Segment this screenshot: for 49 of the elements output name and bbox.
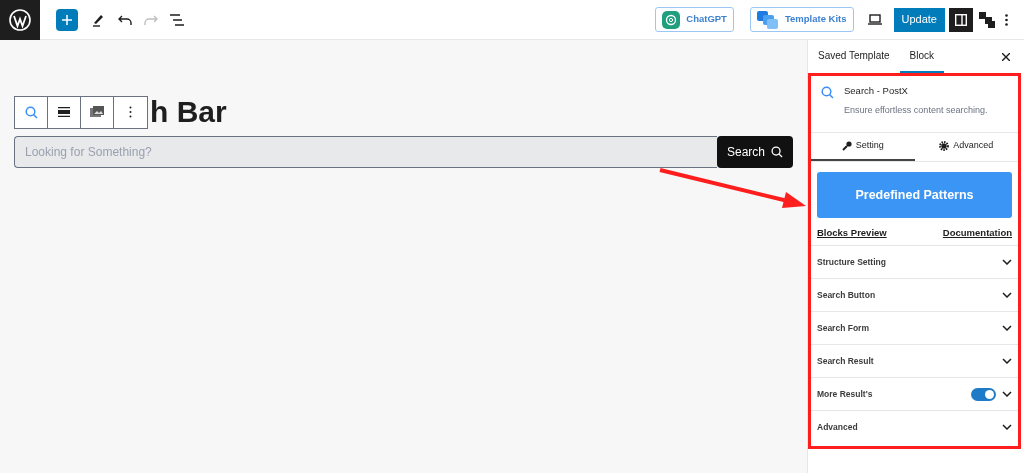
toggle-switch[interactable] (971, 387, 996, 401)
chevron-down-icon (1002, 391, 1012, 397)
undo-icon[interactable] (118, 14, 132, 25)
search-button[interactable]: Search (716, 136, 793, 168)
accordion-row[interactable]: More Result's (811, 377, 1018, 410)
accordion-row[interactable]: Search Button (811, 278, 1018, 311)
align-icon (58, 107, 70, 117)
gear-icon (939, 141, 950, 151)
update-button[interactable]: Update (893, 7, 945, 32)
block-title: Search - PostX (844, 84, 909, 98)
wordpress-icon (9, 8, 31, 31)
accordion-row[interactable]: Advanced (811, 410, 1018, 443)
chevron-down-icon (1002, 259, 1012, 265)
search-icon (771, 146, 783, 158)
search-icon (821, 86, 834, 99)
close-icon[interactable] (1002, 52, 1010, 61)
wrench-icon (841, 141, 852, 151)
image-icon (90, 106, 104, 118)
chat-logo-icon (662, 10, 681, 29)
search-icon (24, 105, 38, 119)
pen-icon[interactable] (92, 12, 104, 27)
stacked-squares-icon (756, 10, 779, 29)
template-kits-button[interactable]: Template Kits (749, 7, 854, 32)
panel-icon (955, 13, 967, 26)
plus-icon (62, 14, 72, 25)
accordion-row[interactable]: Search Form (811, 311, 1018, 344)
blocks-icon[interactable] (979, 11, 995, 28)
sidebar-tab[interactable]: Saved Template (818, 40, 900, 73)
chevron-down-icon (1002, 325, 1012, 331)
settings-tab[interactable]: Setting (811, 133, 915, 161)
chevron-down-icon (1002, 292, 1012, 298)
block-description: Ensure effortless content searching. (844, 104, 988, 118)
add-block-button[interactable] (56, 8, 78, 31)
more-options-icon (129, 106, 132, 118)
chevron-down-icon (1002, 358, 1012, 364)
list-view-icon[interactable] (170, 13, 184, 26)
chevron-down-icon (1002, 424, 1012, 430)
accordion-row[interactable]: Structure Setting (811, 245, 1018, 278)
chatgpt-button[interactable]: ChatGPT (655, 7, 734, 32)
link[interactable]: Blocks Preview (817, 226, 887, 240)
settings-tab[interactable]: Advanced (914, 133, 1018, 161)
page-heading: h Bar (150, 97, 227, 127)
accordion-row[interactable]: Search Result (811, 344, 1018, 377)
search-field[interactable]: Looking for Something? (14, 136, 717, 168)
wordpress-logo[interactable] (0, 0, 40, 40)
link[interactable]: Documentation (942, 226, 1012, 240)
settings-panel-button[interactable] (949, 7, 973, 32)
desktop-preview-icon[interactable] (867, 14, 882, 25)
more-options-icon[interactable] (1005, 13, 1008, 26)
